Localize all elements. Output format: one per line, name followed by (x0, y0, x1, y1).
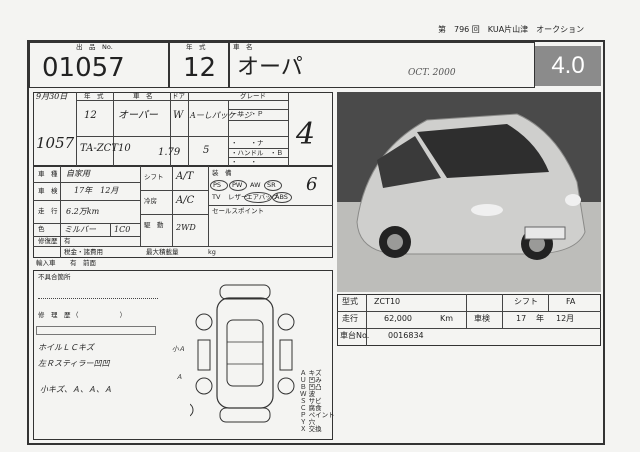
info-shift-label: シフト (514, 297, 538, 306)
grade-badge: 4.0 (535, 46, 601, 86)
car-name-label: 車 名 (233, 43, 253, 51)
equip-tv: TV (212, 193, 221, 201)
spec-door-value: W (173, 110, 184, 121)
equip-pw: PW (232, 181, 243, 189)
spec-seats-value: 5 (203, 145, 210, 156)
color-code: 1C0 (114, 225, 131, 234)
spec-door-header: ドア (172, 92, 185, 100)
info-mileage-unit: Km (440, 314, 454, 323)
auction-header: 第 796 回 KUA片山津 オークション (438, 25, 585, 34)
spec-year-value: 12 (84, 110, 97, 121)
equip-ps: PS (213, 181, 222, 189)
type-label: 車 種 (38, 170, 58, 178)
origin-label: 輸入車 (36, 259, 56, 267)
inspection-date: 9月30日 (36, 92, 68, 101)
diagram-mark-1: 小Ａ (172, 345, 185, 353)
equip-aw: AW (250, 181, 261, 189)
weight-unit: kg (208, 248, 216, 256)
spec-name-value: オーパー (118, 110, 158, 121)
lot-label: 出 品 No. (76, 43, 113, 51)
spec-year-header: 年 式 (84, 92, 104, 100)
legend-9: Ｘ 交換 (300, 425, 322, 433)
spec-name-header: 車 名 (133, 92, 153, 100)
info-inspection-label: 車検 (474, 314, 490, 323)
ac-value: A/C (176, 195, 195, 206)
repair-value: 有 (64, 237, 71, 245)
drive-label: 駆 動 (144, 221, 164, 229)
shift-value: A/T (176, 171, 194, 182)
info-chassis-value: 0016834 (388, 331, 424, 340)
type-value: 自家用 (66, 169, 90, 178)
sales-point-label: セールスポイント (212, 207, 264, 215)
info-inspection-month: 12月 (556, 314, 575, 323)
year-label: 年 式 (186, 43, 206, 51)
fix-options (36, 326, 156, 335)
equip-right-2: ・ ・ナ (231, 139, 264, 147)
spec-score-value: 4 (296, 117, 316, 152)
info-inspection-year: 17 (516, 314, 527, 323)
extra-score: 6 (306, 174, 318, 195)
equip-label: 装 備 (212, 169, 232, 177)
date-note: OCT. 2000 (408, 68, 456, 78)
origin-value: 有 前面 (70, 259, 96, 267)
note-1: ホイルＬＣキズ (38, 343, 94, 352)
equip-abs: ABS (275, 193, 288, 201)
spec-grade-header: グレード (240, 92, 266, 100)
spec-lot-value: 1057 (36, 134, 75, 152)
equip-sr: SR (267, 181, 276, 189)
drive-value: 2WD (176, 223, 196, 232)
mileage-label: 走 行 (38, 207, 58, 215)
fix-label: 修 理 歴 (38, 311, 71, 319)
repair-label: 修復歴 (38, 237, 58, 245)
car-photo (337, 92, 601, 292)
equip-right-4: ・ ・ (231, 158, 264, 166)
spec-model-value: TA-ZCT10 (80, 143, 131, 154)
info-mileage-label: 走行 (342, 314, 358, 323)
equip-right-1: ・サ ・Ｐ (231, 110, 264, 118)
tax-label: 税金・諸費用 (64, 248, 103, 256)
info-mileage-value: 62,000 (384, 314, 412, 323)
model-year: 12 (183, 53, 217, 83)
color-value: ミルバー (64, 225, 96, 234)
lot-number: 01057 (42, 53, 125, 83)
ac-label: 冷房 (144, 197, 157, 205)
info-chassis-label: 車台No. (340, 331, 370, 340)
spec-cc-value: 1.79 (158, 147, 181, 158)
defects-header: 不具合箇所 (38, 273, 71, 281)
shaken-label: 車 検 (38, 187, 58, 195)
note-2: 左Ｒスティラー凹凹 (38, 359, 110, 368)
diagram-mark-2: Ａ (176, 373, 183, 381)
info-shift-value: FA (566, 297, 576, 306)
equip-right-3: ・ハンドル ・Ｂ (231, 149, 283, 157)
weight-label: 最大積載量 (146, 248, 179, 256)
car-diagram (178, 280, 300, 430)
info-inspection-year-unit: 年 (536, 314, 544, 323)
mileage-value: 6.2万km (66, 207, 100, 216)
info-model-value: ZCT10 (374, 297, 401, 306)
color-label: 色 (38, 225, 45, 233)
car-name: オーパ (237, 55, 303, 80)
note-3: 小キズ、Ａ、Ａ、Ａ (40, 385, 112, 394)
shift-label: シフト (144, 173, 164, 181)
fix-note: （ ） (72, 311, 127, 319)
info-model-label: 型式 (342, 297, 358, 306)
shaken-value: 17年 12月 (74, 186, 119, 195)
